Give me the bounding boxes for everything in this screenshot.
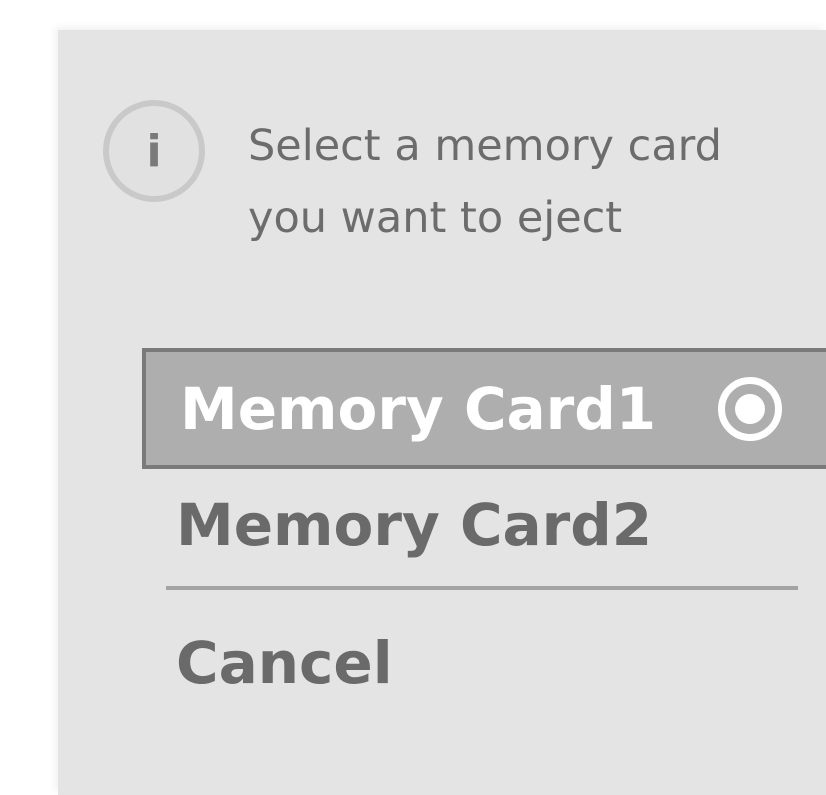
- cancel-label: Cancel: [176, 629, 393, 697]
- option-memory-card-2[interactable]: Memory Card2: [142, 470, 826, 580]
- option-label: Memory Card2: [176, 491, 653, 559]
- cancel-button[interactable]: Cancel: [142, 608, 826, 718]
- message-line-2: you want to eject: [248, 193, 623, 243]
- info-icon: i: [103, 100, 205, 202]
- info-icon-glyph: i: [146, 125, 162, 177]
- option-label: Memory Card1: [180, 374, 657, 443]
- eject-dialog: i Select a memory card you want to eject…: [58, 30, 826, 795]
- message-line-1: Select a memory card: [248, 121, 722, 171]
- radio-selected-icon: [718, 376, 782, 441]
- option-memory-card-1[interactable]: Memory Card1: [142, 348, 826, 469]
- dialog-message: Select a memory card you want to eject: [248, 110, 808, 254]
- radio-dot: [735, 393, 765, 424]
- divider: [166, 586, 798, 590]
